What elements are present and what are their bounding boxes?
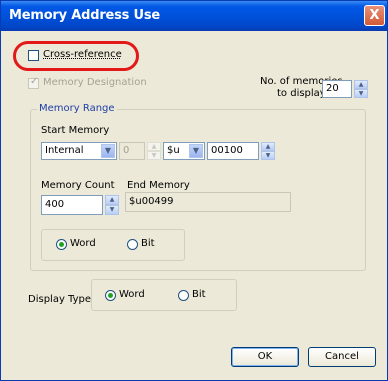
end-memory-field: $u00499 — [125, 192, 291, 212]
start-address-spinner[interactable]: ▲ ▼ — [261, 142, 275, 160]
chevron-down-icon[interactable]: ▼ — [101, 144, 115, 158]
end-memory-label: End Memory — [127, 180, 190, 191]
cross-reference-label[interactable]: Cross-reference — [43, 49, 122, 60]
dialog-title: Memory Address Use — [9, 8, 161, 23]
close-button[interactable]: X — [364, 5, 385, 26]
start-memory-label: Start Memory — [41, 125, 110, 136]
memory-number-input[interactable]: 0 — [119, 142, 145, 160]
memory-prefix-select[interactable]: $u ▼ — [163, 142, 205, 160]
unit-word-label[interactable]: Word — [70, 238, 96, 249]
memory-count-label: Memory Count — [41, 180, 115, 191]
chevron-down-icon[interactable]: ▼ — [189, 144, 203, 158]
unit-bit-label[interactable]: Bit — [141, 238, 155, 249]
title-bar[interactable]: Memory Address Use X — [1, 1, 387, 31]
memory-prefix-value: $u — [167, 145, 180, 156]
spin-down-icon[interactable]: ▼ — [147, 151, 161, 160]
memories-to-display-label-2: to display — [277, 88, 326, 99]
memories-to-display-spinner[interactable]: ▲ ▼ — [354, 80, 368, 98]
spin-down-icon[interactable]: ▼ — [354, 89, 368, 98]
cancel-button[interactable]: Cancel — [308, 347, 376, 367]
memory-count-spinner[interactable]: ▲ ▼ — [105, 195, 119, 215]
spin-up-icon[interactable]: ▲ — [354, 80, 368, 89]
start-address-input[interactable]: 00100 — [207, 142, 259, 160]
memories-to-display-input[interactable]: 20 — [322, 80, 352, 98]
memory-location-select[interactable]: Internal ▼ — [41, 142, 117, 160]
display-word-label[interactable]: Word — [119, 289, 145, 300]
spin-down-icon[interactable]: ▼ — [261, 151, 275, 160]
memory-count-input[interactable]: 400 — [41, 195, 103, 215]
display-type-label: Display Type — [28, 294, 92, 305]
cross-reference-checkbox[interactable] — [28, 50, 39, 61]
memory-number-spinner[interactable]: ▲ ▼ — [147, 142, 161, 160]
unit-word-radio[interactable] — [56, 239, 67, 250]
ok-button[interactable]: OK — [231, 347, 299, 367]
spin-down-icon[interactable]: ▼ — [105, 205, 119, 215]
spin-up-icon[interactable]: ▲ — [105, 195, 119, 205]
spin-up-icon[interactable]: ▲ — [261, 142, 275, 151]
memory-designation-label: Memory Designation — [43, 77, 147, 88]
display-word-radio[interactable] — [105, 290, 116, 301]
spin-up-icon[interactable]: ▲ — [147, 142, 161, 151]
memory-location-value: Internal — [45, 145, 84, 156]
close-icon: X — [369, 8, 380, 23]
unit-bit-radio[interactable] — [127, 239, 138, 250]
memory-range-group-label: Memory Range — [37, 103, 117, 114]
display-bit-radio[interactable] — [178, 290, 189, 301]
memory-designation-checkbox[interactable] — [28, 76, 39, 89]
memory-address-use-dialog: Memory Address Use X Cross-reference Mem… — [0, 0, 388, 381]
display-bit-label[interactable]: Bit — [192, 289, 206, 300]
